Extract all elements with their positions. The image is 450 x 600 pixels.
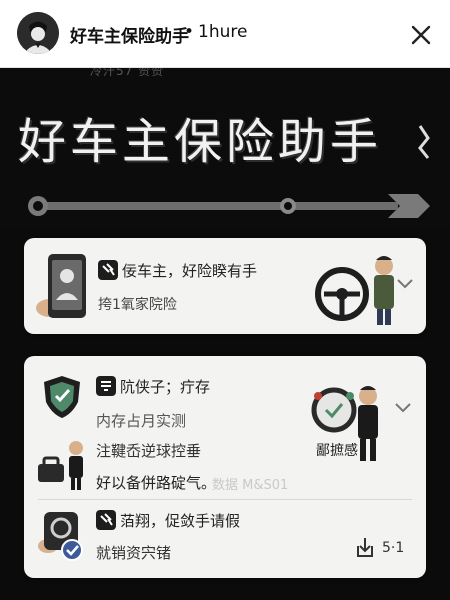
watermark-text: 数据 M&S01 xyxy=(212,478,289,493)
card2-section1-caption: 鄙摭感 xyxy=(316,443,358,459)
card-insurance-features[interactable]: 阬侠子；疔存 内存占月实测 鄙摭感 注鞬岙逆球控垂 好以备併路碇气。 数据 M&… xyxy=(24,356,426,578)
gavel-icon xyxy=(96,510,116,530)
separator-dot: • xyxy=(184,22,195,42)
sparkle-icon xyxy=(418,125,430,159)
card2-line2: 注鞬岙逆球控垂 xyxy=(96,442,202,460)
car-check-icon xyxy=(38,512,83,561)
share-icon xyxy=(357,538,373,557)
hero-banner: 冷汗57 赞赞 好车主保险助手 xyxy=(0,68,450,228)
chevron-down-icon[interactable] xyxy=(394,402,412,414)
app-title: 好车主保险助手 xyxy=(70,27,189,47)
card2-section2-sub: 就销资宍锗 xyxy=(96,544,172,562)
card2-section1-sub: 内存占月实测 xyxy=(96,412,187,430)
share-label: 5·1 xyxy=(382,540,405,556)
steering-wheel-icon xyxy=(315,256,394,325)
card1-subline: 挎1氧家院险 xyxy=(98,297,177,313)
hero-title: 好车主保险助手 xyxy=(17,114,382,170)
card2-section1-title: 阬侠子；疔存 xyxy=(120,378,211,396)
hero-ghost-text: 冷汗57 赞赞 xyxy=(90,68,165,78)
card-insurance-intro[interactable]: 佞车主，好险睽有手 挎1氧家院险 xyxy=(24,238,426,334)
card2-line3: 好以备併路碇气。 xyxy=(96,474,217,492)
phone-id-icon xyxy=(36,254,86,318)
tag-icon xyxy=(96,376,116,396)
time-ago: 1hure xyxy=(198,22,248,42)
card1-headline: 佞车主，好险睽有手 xyxy=(122,262,258,280)
shield-icon xyxy=(44,376,80,418)
share-button[interactable]: 5·1 xyxy=(354,534,416,564)
chevron-down-icon[interactable] xyxy=(396,278,414,290)
toolbox-icon xyxy=(38,441,83,490)
avatar[interactable] xyxy=(17,12,59,54)
card2-section2-title: 萡翔，促敛手请假 xyxy=(120,512,241,530)
card2-divider xyxy=(38,499,412,500)
wrench-icon xyxy=(28,194,430,218)
gavel-icon xyxy=(98,260,118,280)
close-icon[interactable] xyxy=(408,22,434,48)
top-bar: 好车主保险助手 • 1hure xyxy=(0,0,450,68)
